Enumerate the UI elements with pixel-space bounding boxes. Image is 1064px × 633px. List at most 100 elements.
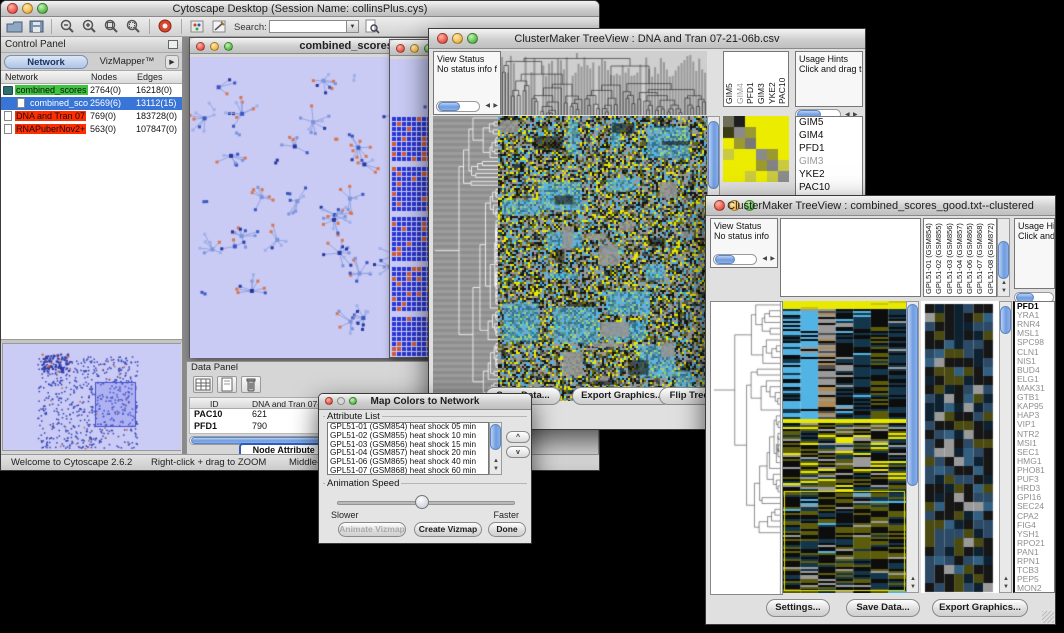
- gene-list-item[interactable]: GIM5: [796, 117, 862, 130]
- delete-attribute-trash-icon[interactable]: [241, 376, 261, 393]
- open-file-icon[interactable]: [6, 19, 23, 35]
- dialog-titlebar[interactable]: Map Colors to Network: [319, 394, 531, 410]
- scroll-left-arrow[interactable]: ◀: [485, 103, 490, 110]
- row-dendrogram-canvas[interactable]: [433, 116, 498, 401]
- network-row[interactable]: DNA and Tran 07 769(0) 183728(0): [1, 110, 182, 123]
- attribute-list-item[interactable]: GPL51-07 (GSM868) heat shock 60 min: [328, 467, 488, 475]
- similarity-matrix-canvas[interactable]: [723, 116, 789, 182]
- network-row[interactable]: RNAPuberNov2+ 563(0) 107847(0): [1, 123, 182, 136]
- slider-thumb[interactable]: [415, 495, 429, 509]
- search-dropdown-arrow[interactable]: ▼: [346, 20, 359, 33]
- gene-list-item[interactable]: PFD1: [796, 143, 862, 156]
- column-dendrogram-canvas[interactable]: [501, 51, 707, 115]
- scroll-thumb[interactable]: [715, 255, 735, 264]
- slower-label: Slower: [331, 510, 359, 520]
- resize-grip[interactable]: [1042, 611, 1054, 623]
- zoom-selected-icon[interactable]: [125, 19, 142, 35]
- labels-vscrollbar[interactable]: ▲ ▼: [997, 218, 1010, 297]
- animate-vizmap-button[interactable]: Animate Vizmap: [338, 522, 406, 537]
- data-row-id: PAC10: [194, 409, 222, 419]
- main-titlebar[interactable]: Cytoscape Desktop (Session Name: collins…: [1, 1, 599, 17]
- scroll-down-arrow[interactable]: ▼: [493, 466, 499, 473]
- scroll-thumb[interactable]: [708, 121, 719, 189]
- status-hscrollbar[interactable]: [436, 101, 480, 112]
- done-button[interactable]: Done: [488, 522, 526, 537]
- scroll-thumb[interactable]: [490, 424, 501, 450]
- scroll-right-arrow[interactable]: ▶: [770, 256, 775, 263]
- gene-list-item[interactable]: GIM4: [796, 130, 862, 143]
- column-dendrogram-area[interactable]: [780, 218, 921, 297]
- scroll-down-arrow[interactable]: ▼: [1001, 288, 1007, 295]
- settings-button[interactable]: Settings...: [766, 599, 830, 617]
- gene-list-item[interactable]: GIM3: [796, 156, 862, 169]
- network-nodes-count: 2764(0): [90, 85, 121, 95]
- column-label[interactable]: GIM4: [735, 52, 746, 106]
- network-overview-panel[interactable]: [2, 343, 181, 451]
- gene-list-item[interactable]: MON2: [1015, 584, 1054, 593]
- status-hscrollbar[interactable]: [713, 254, 757, 265]
- close-button[interactable]: [396, 44, 405, 53]
- scroll-thumb[interactable]: [438, 102, 460, 111]
- column-label[interactable]: GPL51-07 (GSM868): [975, 219, 985, 296]
- network-row[interactable]: combined_scores 2764(0) 16218(0): [1, 84, 182, 97]
- scroll-up-arrow[interactable]: ▲: [910, 576, 916, 583]
- gene-list-item[interactable]: PAC10: [796, 182, 862, 195]
- export-graphics-button[interactable]: Export Graphics...: [572, 387, 672, 405]
- zoom-heatmap-canvas[interactable]: [921, 301, 999, 593]
- heatmap2-canvas[interactable]: [783, 301, 906, 593]
- scroll-thumb[interactable]: [1000, 306, 1011, 334]
- scroll-right-arrow[interactable]: ▶: [493, 103, 498, 110]
- scroll-up-arrow[interactable]: ▲: [493, 458, 499, 465]
- scroll-thumb[interactable]: [998, 241, 1009, 279]
- gene-list-item[interactable]: YKE2: [796, 169, 862, 182]
- tab-network[interactable]: Network: [4, 55, 88, 69]
- treeview1-titlebar[interactable]: ClusterMaker TreeView : DNA and Tran 07-…: [429, 29, 865, 49]
- scroll-up-arrow[interactable]: ▲: [1003, 576, 1009, 583]
- network-row[interactable]: combined_sco 2569(6) 13112(15): [1, 97, 182, 110]
- column-label[interactable]: PFD1: [745, 52, 756, 106]
- zoom-fit-icon[interactable]: [103, 19, 120, 35]
- column-label[interactable]: GPL51-01 (GSM854): [924, 219, 934, 296]
- heatmap2-vscrollbar[interactable]: ▲ ▼: [906, 301, 919, 593]
- search-input[interactable]: [269, 20, 347, 33]
- column-label[interactable]: GPL51-02 (GSM855): [934, 219, 944, 296]
- create-vizmap-button[interactable]: Create Vizmap: [414, 522, 482, 537]
- overview-canvas[interactable]: [3, 344, 181, 450]
- attribute-table-icon[interactable]: [193, 376, 213, 393]
- column-label[interactable]: GPL51-06 (GSM865): [965, 219, 975, 296]
- scroll-thumb[interactable]: [907, 304, 918, 486]
- zoom-in-icon[interactable]: [81, 19, 98, 35]
- column-label[interactable]: PAC10: [777, 52, 788, 106]
- heatmap-canvas[interactable]: [498, 116, 707, 401]
- move-down-button[interactable]: v: [506, 446, 530, 458]
- scroll-down-arrow[interactable]: ▼: [1003, 584, 1009, 591]
- new-attribute-icon[interactable]: [217, 376, 237, 393]
- float-panel-icon[interactable]: [168, 40, 178, 49]
- tab-vizmapper[interactable]: VizMapper™: [91, 55, 163, 69]
- column-label[interactable]: YKE2: [767, 52, 778, 106]
- edit-network-icon[interactable]: [211, 19, 228, 35]
- zoom-out-icon[interactable]: [59, 19, 76, 35]
- tab-overflow-arrow[interactable]: ▶: [165, 55, 179, 69]
- export-graphics-button[interactable]: Export Graphics...: [932, 599, 1028, 617]
- column-label[interactable]: GPL51-08 (GSM872): [986, 219, 996, 296]
- save-data-button[interactable]: Save Data...: [846, 599, 920, 617]
- column-label[interactable]: GIM5: [724, 52, 735, 106]
- row-dendrogram2-canvas[interactable]: [710, 301, 783, 595]
- scroll-down-arrow[interactable]: ▼: [910, 584, 916, 591]
- advanced-search-icon[interactable]: [364, 19, 381, 35]
- plugin-grid-icon[interactable]: [189, 19, 206, 35]
- help-lifesaver-icon[interactable]: [157, 19, 174, 35]
- zoomview-vscrollbar[interactable]: ▲ ▼: [999, 301, 1012, 593]
- column-label[interactable]: GPL51-03 (GSM856): [945, 219, 955, 296]
- save-icon[interactable]: [28, 19, 45, 35]
- network-nodes-count: 563(0): [90, 124, 116, 134]
- attribute-list-vscrollbar[interactable]: ▲ ▼: [489, 422, 502, 475]
- scroll-left-arrow[interactable]: ◀: [762, 256, 767, 263]
- treeview2-titlebar[interactable]: ClusterMaker TreeView : combined_scores_…: [706, 196, 1055, 216]
- move-up-button[interactable]: ^: [506, 431, 530, 443]
- minimize-button[interactable]: [410, 44, 419, 53]
- column-label[interactable]: GIM3: [756, 52, 767, 106]
- column-label[interactable]: GPL51-04 (GSM857): [955, 219, 965, 296]
- scroll-up-arrow[interactable]: ▲: [1001, 280, 1007, 287]
